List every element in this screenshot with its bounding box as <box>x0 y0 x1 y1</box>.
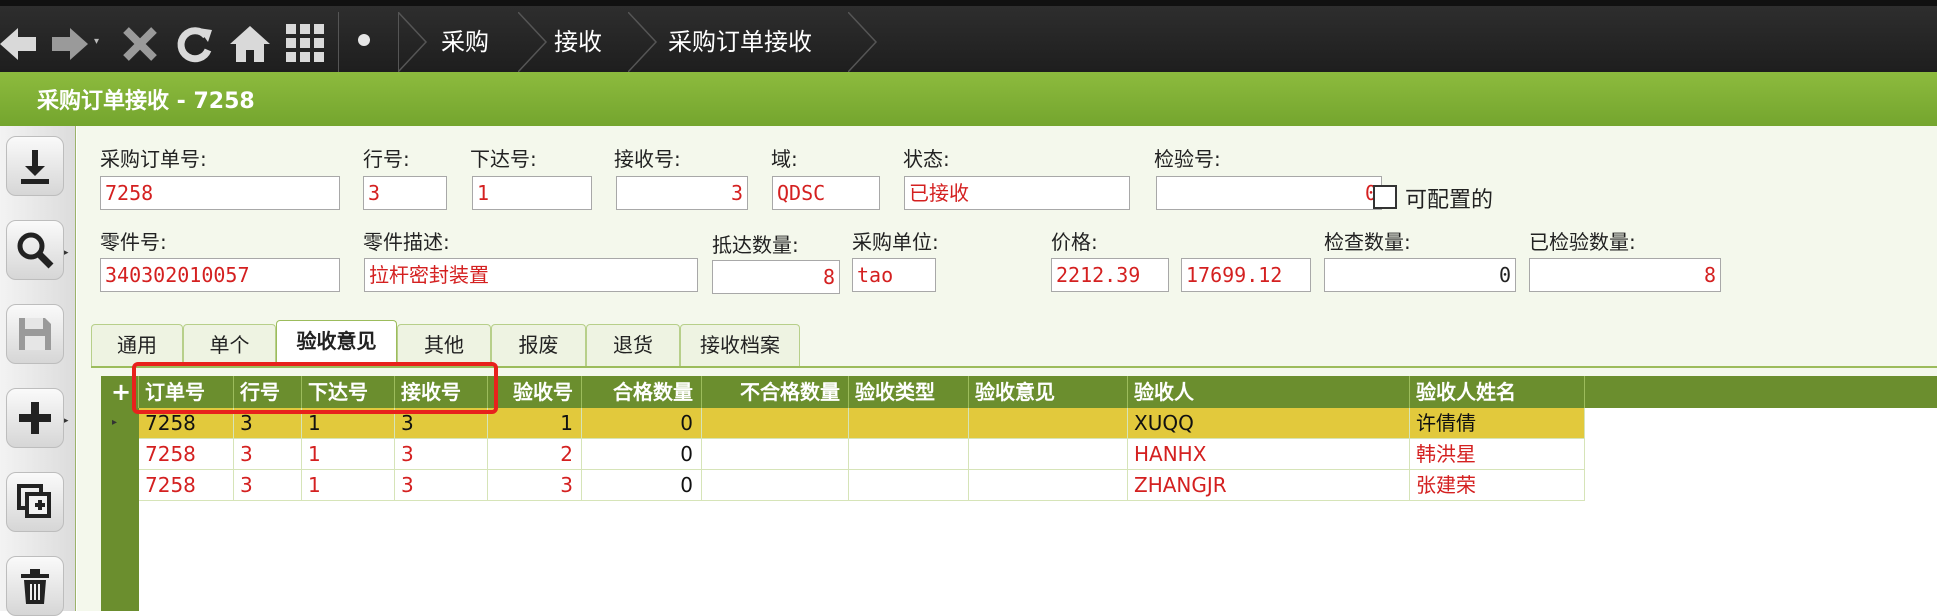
column-header[interactable]: 合格数量 <box>582 376 702 408</box>
inspected-qty-label: 已检验数量: <box>1529 230 1636 254</box>
back-arrow-icon[interactable] <box>0 24 38 71</box>
search-button[interactable] <box>6 220 64 280</box>
unit-price-field[interactable]: 2212.39 <box>1051 258 1169 292</box>
receipt-number-field[interactable]: 3 <box>616 176 748 210</box>
tab-scrap[interactable]: 报废 <box>491 324 586 366</box>
left-toolbar: ▸ ▸ <box>0 126 76 616</box>
column-header[interactable]: 验收意见 <box>969 376 1128 408</box>
download-button[interactable] <box>6 136 64 196</box>
line-number-field[interactable]: 3 <box>363 176 447 210</box>
configurable-label: 可配置的 <box>1405 188 1494 213</box>
home-icon[interactable] <box>228 24 272 71</box>
purchase-unit-field[interactable]: tao <box>852 258 936 292</box>
column-header[interactable]: 验收类型 <box>849 376 969 408</box>
page-title: 采购订单接收 - 7258 <box>37 89 255 114</box>
inspection-number-label: 检验号: <box>1154 147 1221 171</box>
page-title-bar: 采购订单接收 - 7258 <box>0 72 1937 126</box>
tab-single[interactable]: 单个 <box>183 324 276 366</box>
search-dropdown-icon[interactable]: ▸ <box>64 248 69 258</box>
dot-icon[interactable] <box>358 34 370 46</box>
domain-label: 域: <box>771 147 798 171</box>
tab-receipt-archive[interactable]: 接收档案 <box>680 324 800 366</box>
add-dropdown-icon[interactable]: ▸ <box>64 416 69 426</box>
save-icon <box>19 318 51 350</box>
column-header[interactable]: 验收人姓名 <box>1410 376 1585 408</box>
release-number-field[interactable]: 1 <box>472 176 592 210</box>
po-number-label: 采购订单号: <box>100 147 207 171</box>
breadcrumb-item-current[interactable]: 采购订单接收 <box>668 12 812 72</box>
status-label: 状态: <box>903 147 950 171</box>
tab-acceptance-opinion[interactable]: 验收意见 <box>276 320 397 366</box>
grid-menu-icon[interactable] <box>286 24 324 69</box>
column-header[interactable]: 验收号 <box>488 376 582 408</box>
part-number-field[interactable]: 340302010057 <box>100 258 340 292</box>
column-header[interactable]: 验收人 <box>1128 376 1410 408</box>
download-icon <box>21 150 49 184</box>
add-icon <box>19 402 51 434</box>
configurable-checkbox[interactable] <box>1373 185 1397 209</box>
breadcrumb-item[interactable]: 接收 <box>554 12 602 72</box>
save-button[interactable] <box>6 304 64 364</box>
check-qty-field[interactable]: 0 <box>1324 258 1516 292</box>
search-icon <box>17 232 54 269</box>
forward-arrow-icon[interactable] <box>50 24 88 71</box>
inspected-qty-field[interactable]: 8 <box>1529 258 1721 292</box>
top-nav-bar: ▾ 采购 接收 采购订单接收 <box>0 0 1937 72</box>
part-description-field[interactable]: 拉杆密封装置 <box>364 258 698 292</box>
row-header-column: ▸ <box>101 408 139 611</box>
tab-other[interactable]: 其他 <box>397 324 491 366</box>
copy-add-icon <box>17 484 51 518</box>
copy-add-button[interactable] <box>6 472 64 532</box>
release-number-label: 下达号: <box>470 147 537 171</box>
add-button[interactable] <box>6 388 64 448</box>
line-number-label: 行号: <box>363 147 410 171</box>
part-description-label: 零件描述: <box>363 230 450 254</box>
current-row-marker-icon: ▸ <box>112 417 118 428</box>
forward-dropdown-icon[interactable]: ▾ <box>94 36 99 47</box>
breadcrumb-item[interactable]: 采购 <box>441 12 489 72</box>
check-qty-label: 检查数量: <box>1324 230 1411 254</box>
delete-button[interactable] <box>6 556 64 616</box>
price-label: 价格: <box>1051 230 1098 254</box>
domain-field[interactable]: QDSC <box>772 176 880 210</box>
status-field[interactable]: 已接收 <box>904 176 1130 210</box>
part-number-label: 零件号: <box>100 230 167 254</box>
arrival-qty-label: 抵达数量: <box>712 233 799 257</box>
receipt-number-label: 接收号: <box>614 147 681 171</box>
arrival-qty-field[interactable]: 8 <box>712 260 840 294</box>
total-price-field[interactable]: 17699.12 <box>1181 258 1311 292</box>
inspection-number-field[interactable]: 0 <box>1156 176 1382 210</box>
tab-general[interactable]: 通用 <box>91 324 183 366</box>
annotation-highlight-box <box>132 362 498 414</box>
close-icon[interactable] <box>120 24 160 71</box>
po-number-field[interactable]: 7258 <box>100 176 340 210</box>
purchase-unit-label: 采购单位: <box>852 230 939 254</box>
tab-return[interactable]: 退货 <box>586 324 680 366</box>
column-header[interactable]: 不合格数量 <box>702 376 849 408</box>
refresh-icon[interactable] <box>174 24 214 71</box>
delete-icon <box>21 569 49 604</box>
